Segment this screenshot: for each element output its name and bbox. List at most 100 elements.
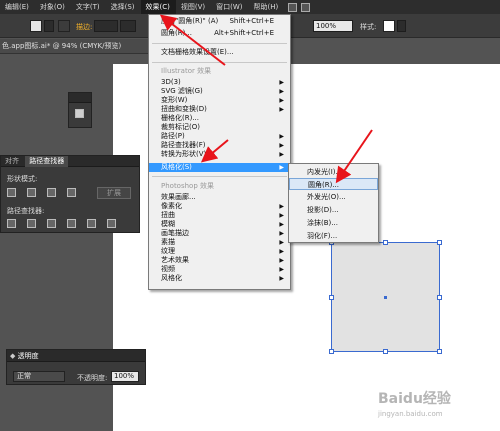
minus-front-icon[interactable] — [27, 188, 36, 197]
menu-item-artistic[interactable]: 艺术效果 ▶ — [149, 256, 290, 265]
menu-item-label: 变形(W) — [161, 96, 188, 104]
graphic-style-dropdown[interactable] — [397, 20, 406, 32]
blend-mode-select[interactable]: 正常 — [13, 371, 65, 382]
menu-item-warp[interactable]: 变形(W) ▶ — [149, 96, 290, 105]
submenu-arrow-icon: ▶ — [279, 257, 284, 264]
exclude-icon[interactable] — [67, 188, 76, 197]
menu-item-texture[interactable]: 纹理 ▶ — [149, 247, 290, 256]
menu-item-stylize[interactable]: 风格化(S) ▶ — [149, 163, 290, 172]
trim-icon[interactable] — [27, 219, 36, 228]
menu-item-label: 路径(P) — [161, 132, 185, 140]
menu-item-distort-transform[interactable]: 扭曲和变换(D) ▶ — [149, 105, 290, 114]
submenu-arrow-icon: ▶ — [279, 230, 284, 237]
menu-type[interactable]: 文字(T) — [71, 0, 106, 14]
submenu-arrow-icon: ▶ — [279, 79, 284, 86]
menu-item-convert-to-shape[interactable]: 转换为形状(V) ▶ — [149, 150, 290, 159]
menu-object[interactable]: 对象(O) — [35, 0, 71, 14]
menu-item-brush-strokes[interactable]: 画笔描边 ▶ — [149, 229, 290, 238]
panel-tool-icon[interactable] — [75, 109, 84, 118]
collapse-icon[interactable]: ◆ — [10, 352, 15, 360]
menu-item-svg-filters[interactable]: SVG 滤镜(G) ▶ — [149, 87, 290, 96]
minus-back-icon[interactable] — [107, 219, 116, 228]
panel-title: 透明度 — [17, 352, 39, 360]
submenu-outer-glow[interactable]: 外发光(O)... — [289, 191, 378, 203]
submenu-inner-glow[interactable]: 内发光(I)... — [289, 166, 378, 178]
menu-item-rasterize[interactable]: 栅格化(R)... — [149, 114, 290, 123]
menu-edit[interactable]: 编辑(E) — [0, 0, 35, 14]
menu-select[interactable]: 选择(S) — [106, 0, 141, 14]
fill-swatch[interactable] — [30, 20, 42, 32]
unite-icon[interactable] — [7, 188, 16, 197]
menu-item-blur[interactable]: 模糊 ▶ — [149, 220, 290, 229]
submenu-feather[interactable]: 羽化(F)... — [289, 230, 378, 242]
menu-item-label: 转换为形状(V) — [161, 150, 207, 158]
menu-item-label: 视频 — [161, 265, 175, 273]
resize-handle[interactable] — [383, 240, 388, 245]
menu-item-sketch[interactable]: 素描 ▶ — [149, 238, 290, 247]
submenu-arrow-icon: ▶ — [279, 248, 284, 255]
submenu-arrow-icon: ▶ — [279, 212, 284, 219]
center-point — [384, 296, 387, 299]
crop-icon[interactable] — [67, 219, 76, 228]
menu-view[interactable]: 视图(V) — [176, 0, 211, 14]
menu-item-label: 纹理 — [161, 247, 175, 255]
menu-item-pathfinder[interactable]: 路径查找器(F) ▶ — [149, 141, 290, 150]
stroke-label[interactable]: 描边: — [76, 22, 92, 32]
menu-item-distort[interactable]: 扭曲 ▶ — [149, 211, 290, 220]
expand-button[interactable]: 扩展 — [97, 187, 131, 199]
menu-separator — [152, 176, 287, 177]
fill-dropdown[interactable] — [44, 20, 54, 32]
opacity-field[interactable]: 100% — [313, 20, 353, 32]
merge-icon[interactable] — [47, 219, 56, 228]
menu-item-pixelate[interactable]: 像素化 ▶ — [149, 202, 290, 211]
menu-window[interactable]: 窗口(W) — [211, 0, 248, 14]
selected-rectangle[interactable] — [329, 240, 442, 354]
menu-item-label: 艺术效果 — [161, 256, 189, 264]
resize-handle[interactable] — [437, 295, 442, 300]
menu-effect[interactable]: 效果(C) — [140, 0, 176, 14]
resize-handle[interactable] — [329, 349, 334, 354]
stroke-weight-field[interactable] — [94, 20, 118, 32]
menu-separator — [152, 62, 287, 63]
menu-item-video[interactable]: 视频 ▶ — [149, 265, 290, 274]
menu-help[interactable]: 帮助(H) — [249, 0, 285, 14]
tab-align[interactable]: 对齐 — [1, 156, 23, 167]
arrange-documents-icon[interactable] — [301, 2, 311, 12]
graphic-style-swatch[interactable] — [383, 20, 395, 32]
submenu-arrow-icon: ▶ — [279, 142, 284, 149]
stroke-weight-dropdown[interactable] — [120, 20, 136, 32]
apply-last-effect-item[interactable]: 应用"圆角(R)" (A) Shift+Ctrl+E — [149, 17, 290, 26]
menu-item-stylize-ps[interactable]: 风格化 ▶ — [149, 274, 290, 283]
menu-item-3d[interactable]: 3D(3) ▶ — [149, 78, 290, 87]
watermark-url: jingyan.baidu.com — [378, 410, 443, 418]
menu-item-crop-marks[interactable]: 裁剪标记(O) — [149, 123, 290, 132]
opacity-input[interactable]: 100% — [111, 371, 139, 382]
intersect-icon[interactable] — [47, 188, 56, 197]
menu-item-path[interactable]: 路径(P) ▶ — [149, 132, 290, 141]
outline-icon[interactable] — [87, 219, 96, 228]
stroke-swatch[interactable] — [58, 20, 70, 32]
baidu-watermark: Baidu经验 jingyan.baidu.com — [378, 388, 496, 428]
menu-item-label: 画笔描边 — [161, 229, 189, 237]
divide-icon[interactable] — [7, 219, 16, 228]
submenu-arrow-icon: ▶ — [279, 88, 284, 95]
submenu-arrow-icon: ▶ — [279, 203, 284, 210]
menu-item-effect-gallery[interactable]: 效果画廊... — [149, 193, 290, 202]
submenu-round-corners[interactable]: 圆角(R)... — [289, 178, 378, 190]
submenu-scribble[interactable]: 涂抹(B)... — [289, 217, 378, 229]
panel-header[interactable]: 对齐 路径查找器 — [1, 156, 139, 167]
resize-handle[interactable] — [383, 349, 388, 354]
document-raster-settings-item[interactable]: 文档栅格效果设置(E)... — [149, 48, 290, 57]
panel-header[interactable] — [69, 93, 91, 103]
tab-pathfinder[interactable]: 路径查找器 — [25, 156, 69, 167]
resize-handle[interactable] — [437, 240, 442, 245]
illustrator-effects-header: Illustrator 效果 — [161, 67, 212, 75]
panel-header[interactable]: ◆ 透明度 — [7, 350, 145, 362]
resize-handle[interactable] — [437, 349, 442, 354]
document-tab[interactable]: 色.app图标.ai* @ 94% (CMYK/预览) — [0, 39, 150, 54]
submenu-drop-shadow[interactable]: 投影(D)... — [289, 204, 378, 216]
menu-item-label: 栅格化(R)... — [161, 114, 200, 122]
last-effect-item[interactable]: 圆角(R)... Alt+Shift+Ctrl+E — [149, 29, 290, 38]
resize-handle[interactable] — [329, 295, 334, 300]
bridge-icon[interactable] — [288, 2, 298, 12]
